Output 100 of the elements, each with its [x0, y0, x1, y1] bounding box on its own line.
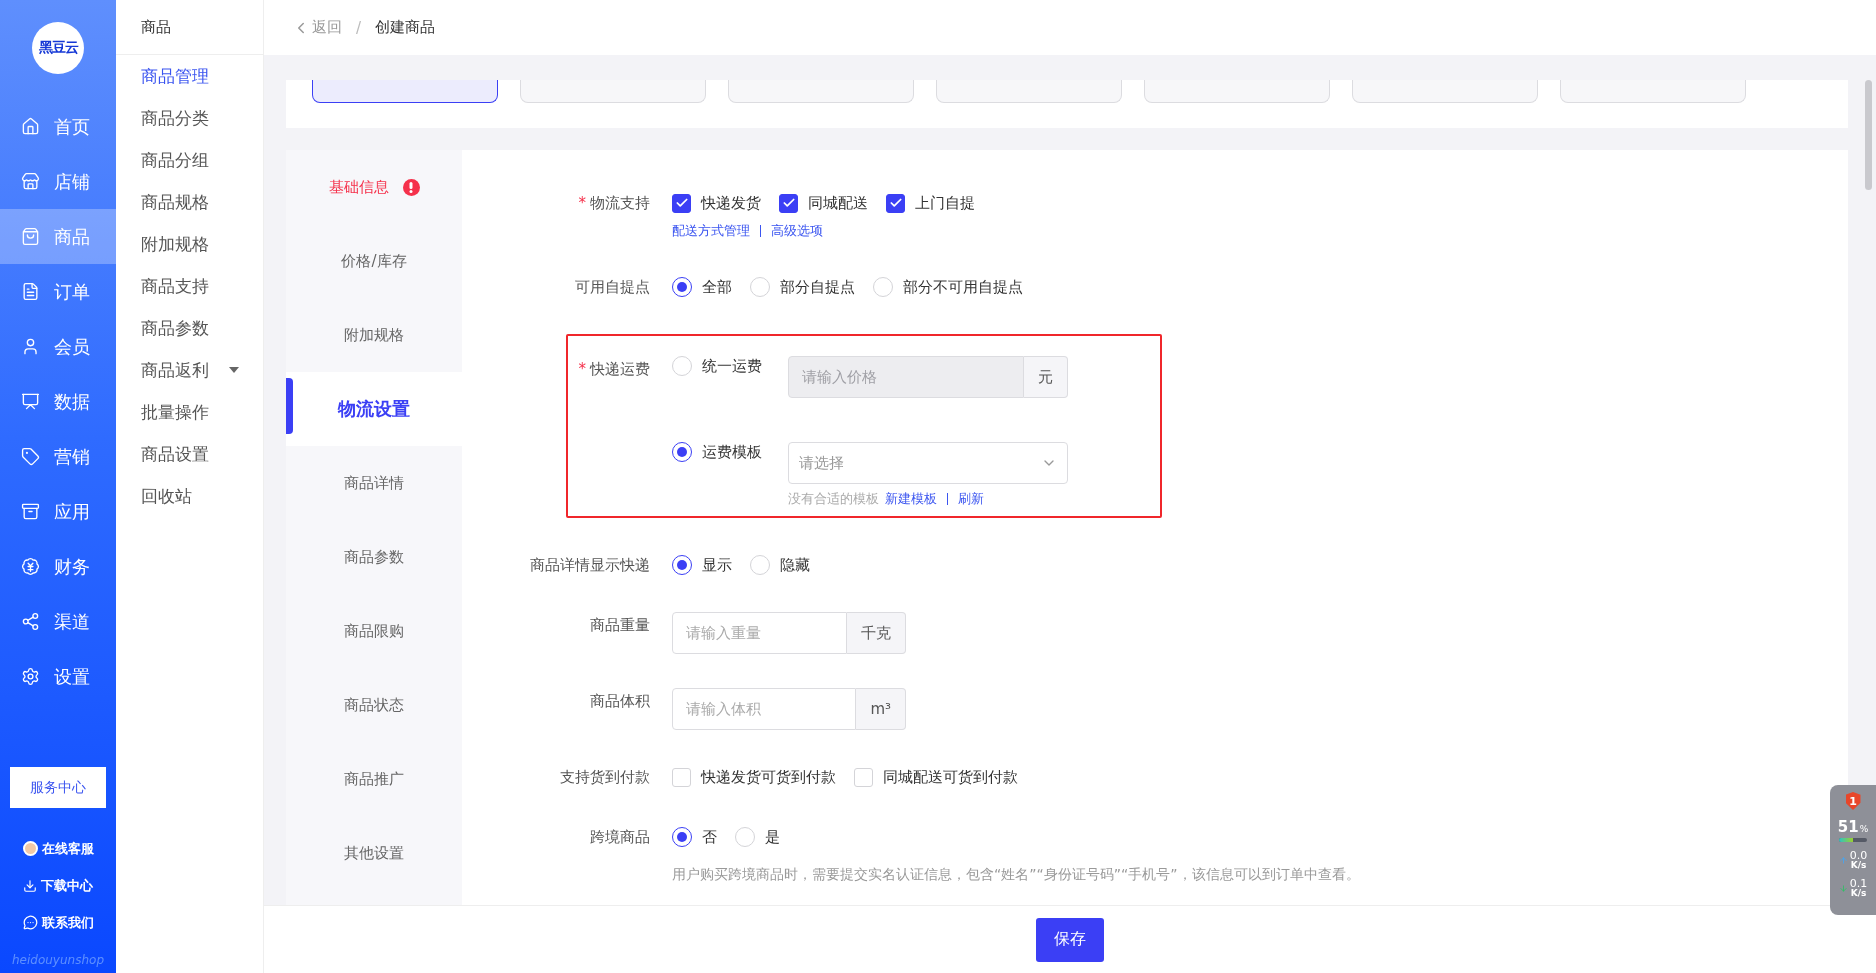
- step-tab[interactable]: [312, 80, 498, 103]
- radio-button[interactable]: [672, 277, 692, 297]
- check-icon: [781, 196, 796, 210]
- checkbox-option[interactable]: 快递发货: [672, 193, 761, 213]
- sidebar-item[interactable]: 营销: [0, 429, 116, 484]
- save-button[interactable]: 保存: [1036, 917, 1104, 962]
- section-tab[interactable]: 商品推广: [286, 742, 462, 816]
- subnav-item[interactable]: 商品管理: [116, 55, 263, 97]
- box-icon: [21, 502, 40, 521]
- input-group[interactable]: 请输入重量 千克: [672, 612, 906, 654]
- radio-option[interactable]: 运费模板: [672, 442, 788, 462]
- checkbox[interactable]: [672, 193, 691, 213]
- subnav-item[interactable]: 商品返利: [116, 349, 263, 391]
- radio-option[interactable]: 是: [735, 827, 780, 847]
- input-group[interactable]: 请输入体积 m³: [672, 688, 906, 730]
- sidebar-item[interactable]: 会员: [0, 319, 116, 374]
- subnav-item[interactable]: 回收站: [116, 475, 263, 517]
- subnav-item[interactable]: 商品支持: [116, 265, 263, 307]
- section-tab[interactable]: 其他设置: [286, 816, 462, 890]
- checkbox[interactable]: [779, 193, 798, 213]
- subnav-item[interactable]: 批量操作: [116, 391, 263, 433]
- subnav-item[interactable]: 商品参数: [116, 307, 263, 349]
- radio-option[interactable]: 否: [672, 827, 717, 847]
- bag-icon: [21, 227, 40, 246]
- section-tab[interactable]: 物流设置: [286, 372, 462, 446]
- sidebar-item[interactable]: 首页: [0, 99, 116, 154]
- radio-option[interactable]: 部分自提点: [750, 277, 855, 297]
- section-tab[interactable]: 附加规格: [286, 298, 462, 372]
- logo[interactable]: 黑豆云: [32, 22, 84, 74]
- radio-option[interactable]: 全部: [672, 277, 732, 297]
- input-field[interactable]: 请输入重量: [672, 612, 847, 654]
- checkbox-option[interactable]: 上门自提: [886, 193, 975, 213]
- brand-text: heidouyunshop: [11, 952, 105, 969]
- share-icon: [21, 612, 40, 631]
- sidebar-item[interactable]: 应用: [0, 484, 116, 539]
- service-center-button[interactable]: 服务中心: [10, 767, 106, 808]
- field-label: 支持货到付款: [560, 768, 650, 786]
- input-field[interactable]: 请输入体积: [672, 688, 857, 730]
- sidebar-item[interactable]: 财务: [0, 539, 116, 594]
- sidebar-link[interactable]: 联系我们: [0, 904, 116, 941]
- field-label: 快递运费: [590, 360, 650, 378]
- radio-option[interactable]: 部分不可用自提点: [873, 277, 1023, 297]
- chat-icon: [22, 915, 38, 930]
- yen-icon: [21, 557, 40, 576]
- unit-label: 元: [1024, 356, 1068, 398]
- checkbox-option[interactable]: 快递发货可货到付款: [672, 767, 836, 787]
- cpu-reading: 51: [1837, 818, 1859, 836]
- avatar-icon: [22, 841, 38, 856]
- sidebar-link[interactable]: 下载中心: [0, 867, 116, 904]
- subnav-item[interactable]: 商品分组: [116, 139, 263, 181]
- breadcrumb-separator: /: [356, 18, 362, 37]
- subnav-item[interactable]: 商品设置: [116, 433, 263, 475]
- subnav-title: 商品: [116, 0, 263, 55]
- section-tab[interactable]: 基础信息: [286, 150, 462, 224]
- field-label: 物流支持: [590, 194, 650, 212]
- subnav-item[interactable]: 商品规格: [116, 181, 263, 223]
- unit-label: K/s: [1850, 889, 1867, 898]
- field-label: 跨境商品: [590, 828, 650, 846]
- radio-button[interactable]: [672, 442, 692, 462]
- unit-label: K/s: [1850, 861, 1867, 870]
- sidebar-item[interactable]: 渠道: [0, 594, 116, 649]
- section-tab[interactable]: 价格/库存: [286, 224, 462, 298]
- checkbox-option[interactable]: 同城配送可货到付款: [854, 767, 1018, 787]
- link[interactable]: 新建模板: [885, 490, 937, 508]
- unit-label: %: [1859, 824, 1869, 834]
- check-icon: [888, 196, 903, 210]
- document-icon: [21, 282, 40, 301]
- caret-icon: [229, 367, 239, 373]
- alert-badge: 1: [1845, 792, 1861, 810]
- hint-text: 没有合适的模板: [788, 490, 879, 508]
- link[interactable]: 刷新: [958, 490, 984, 508]
- section-tab[interactable]: 商品详情: [286, 446, 462, 520]
- radio-button[interactable]: [672, 555, 692, 575]
- scrollbar[interactable]: [1865, 80, 1872, 190]
- link[interactable]: 高级选项: [771, 222, 823, 240]
- checkbox-option[interactable]: 同城配送: [779, 193, 868, 213]
- radio-option[interactable]: 隐藏: [750, 555, 810, 575]
- section-tab[interactable]: 商品限购: [286, 594, 462, 668]
- download-icon: [23, 878, 37, 893]
- radio-button[interactable]: [672, 827, 692, 847]
- subnav-item[interactable]: 附加规格: [116, 223, 263, 265]
- checkbox[interactable]: [886, 193, 905, 213]
- section-tab[interactable]: 商品状态: [286, 668, 462, 742]
- sidebar-item[interactable]: 店铺: [0, 154, 116, 209]
- sidebar-item[interactable]: 设置: [0, 649, 116, 704]
- sidebar-item[interactable]: 数据: [0, 374, 116, 429]
- check-icon: [674, 196, 689, 210]
- link[interactable]: 配送方式管理: [672, 222, 750, 240]
- download-reading: 0.1: [1849, 878, 1868, 889]
- network-monitor-widget[interactable]: 1 51% 0.0 K/s 0.1 K/s: [1830, 785, 1876, 915]
- home-icon: [21, 117, 40, 136]
- hint-text: 用户购买跨境商品时，需要提交实名认证信息，包含“姓名”“身份证号码”“手机号”，该信息可以到订单中查看。: [672, 866, 1361, 884]
- subnav-item[interactable]: 商品分类: [116, 97, 263, 139]
- section-tab[interactable]: 商品参数: [286, 520, 462, 594]
- tag-icon: [21, 447, 40, 466]
- field-label: 商品详情显示快递: [530, 556, 650, 574]
- sidebar-item[interactable]: 订单: [0, 264, 116, 319]
- sidebar-link[interactable]: 在线客服: [0, 830, 116, 867]
- upload-reading: 0.0: [1849, 850, 1868, 861]
- radio-option[interactable]: 显示: [672, 555, 732, 575]
